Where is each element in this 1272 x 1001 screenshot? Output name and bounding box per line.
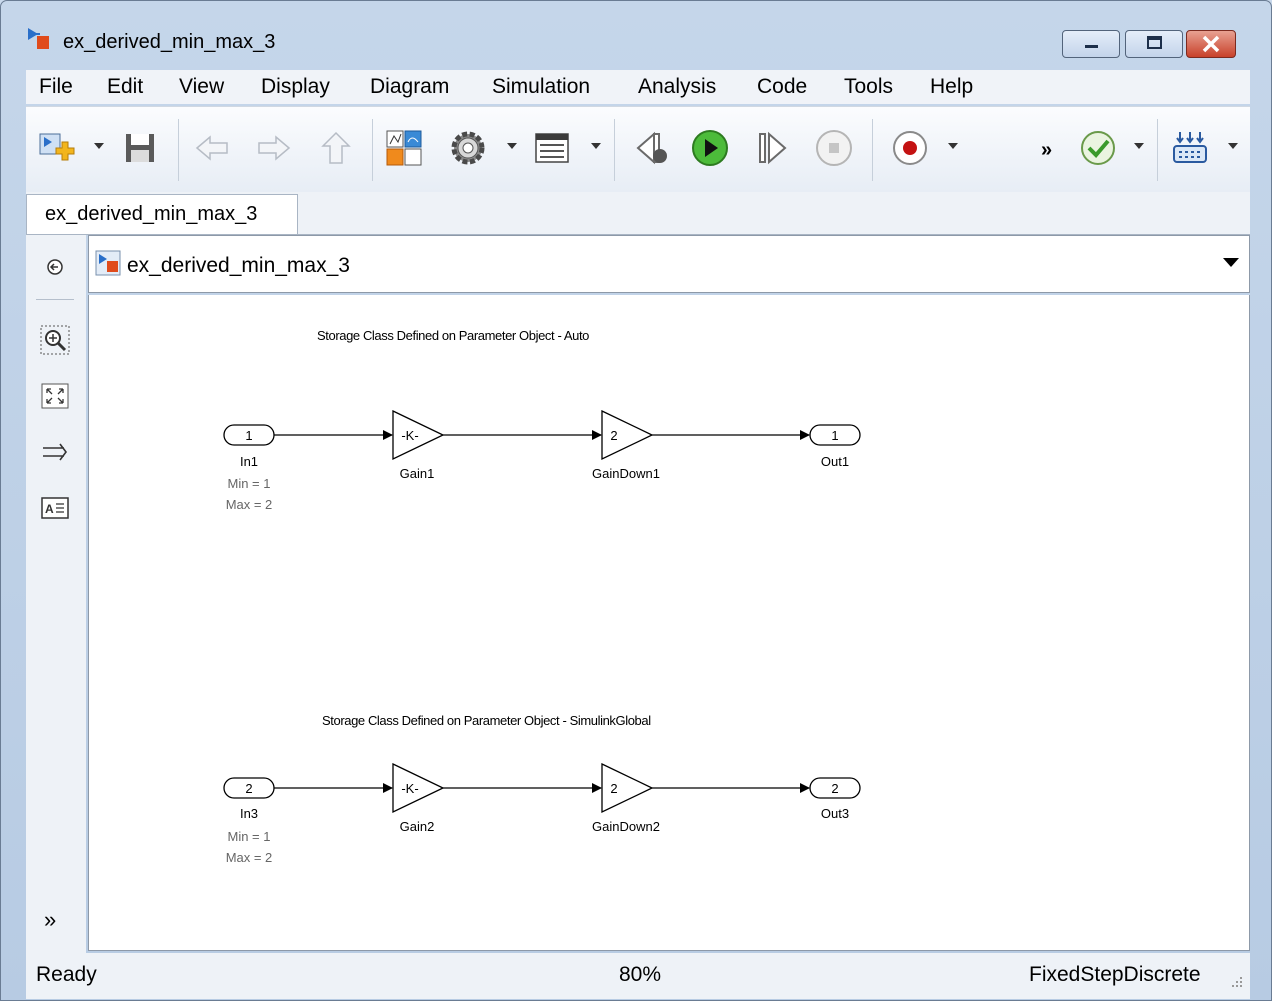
model-configuration-gear-icon[interactable]	[448, 128, 488, 168]
inport-min-label: Min = 1	[228, 829, 271, 844]
resize-grip-icon[interactable]	[1230, 975, 1244, 989]
left-palette: A »	[26, 235, 86, 953]
step-back-icon[interactable]	[632, 128, 672, 168]
outport-number: 2	[831, 781, 838, 796]
menu-bar: File Edit View Display Diagram Simulatio…	[26, 70, 1250, 104]
hide-browser-icon[interactable]	[40, 252, 70, 282]
record-icon[interactable]	[890, 128, 930, 168]
gain-label-gaindown2[interactable]: GainDown2	[592, 819, 660, 834]
inport-number: 1	[245, 428, 252, 443]
menu-help[interactable]: Help	[930, 75, 973, 99]
gain-value: 2	[610, 428, 617, 443]
zoom-level: 80%	[619, 963, 662, 986]
outport-label-out3[interactable]: Out3	[821, 806, 849, 821]
outport-block-out3[interactable]: 2	[809, 777, 861, 799]
gain-value: -K-	[401, 781, 418, 796]
gain-label-gain1[interactable]: Gain1	[400, 466, 435, 481]
gain-value: -K-	[401, 428, 418, 443]
arrow-connector-icon[interactable]	[40, 437, 70, 467]
menu-display[interactable]: Display	[261, 75, 330, 99]
inport-label-in1[interactable]: In1	[240, 454, 258, 469]
build-dropdown-icon[interactable]	[1228, 143, 1238, 149]
status-text: Ready	[36, 963, 97, 986]
simulink-window: ex_derived_min_max_3 File Edit View Disp…	[0, 0, 1272, 1001]
breadcrumb-path[interactable]: ex_derived_min_max_3	[127, 254, 350, 278]
step-forward-icon[interactable]	[752, 128, 792, 168]
close-icon	[1202, 35, 1220, 53]
maximize-button[interactable]	[1125, 30, 1183, 58]
model-breadcrumb-icon	[95, 250, 121, 276]
close-button[interactable]	[1186, 30, 1236, 58]
toolbar-overflow-button[interactable]: »	[1041, 139, 1052, 162]
inport-max-label: Max = 2	[226, 497, 273, 512]
menu-diagram[interactable]: Diagram	[370, 75, 449, 99]
breadcrumb-dropdown-icon[interactable]	[1223, 258, 1239, 267]
outport-label-out1[interactable]: Out1	[821, 454, 849, 469]
menu-analysis[interactable]: Analysis	[638, 75, 716, 99]
palette-divider	[36, 299, 74, 300]
inport-min-label: Min = 1	[228, 476, 271, 491]
library-browser-icon[interactable]	[384, 128, 424, 168]
new-model-icon[interactable]	[36, 128, 76, 168]
explorer-dropdown-icon[interactable]	[591, 143, 601, 149]
outport-number: 1	[831, 428, 838, 443]
run-simulation-icon[interactable]	[690, 128, 730, 168]
inport-label-in3[interactable]: In3	[240, 806, 258, 821]
gain-block-gaindown2[interactable]: 2	[601, 762, 654, 814]
zoom-icon[interactable]	[40, 325, 70, 355]
status-bar: Ready 80% FixedStepDiscrete	[26, 953, 1250, 999]
model-advisor-check-icon[interactable]	[1078, 128, 1118, 168]
build-model-icon[interactable]	[1170, 128, 1210, 168]
maximize-icon	[1147, 36, 1162, 49]
inport-block-in3[interactable]: 2	[223, 777, 275, 799]
gain-value: 2	[610, 781, 617, 796]
inport-max-label: Max = 2	[226, 850, 273, 865]
minimize-button[interactable]	[1062, 30, 1120, 58]
gain-label-gain2[interactable]: Gain2	[400, 819, 435, 834]
minimize-icon	[1085, 45, 1098, 48]
advisor-dropdown-icon[interactable]	[1134, 143, 1144, 149]
simulink-model-icon	[28, 28, 49, 49]
annotation-auto[interactable]: Storage Class Defined on Parameter Objec…	[317, 328, 590, 343]
gain-block-gaindown1[interactable]: 2	[601, 409, 654, 461]
gain-block-gain2[interactable]: -K-	[392, 762, 445, 814]
forward-arrow-icon[interactable]	[254, 128, 294, 168]
annotation-simulinkglobal[interactable]: Storage Class Defined on Parameter Objec…	[322, 713, 652, 728]
back-arrow-icon[interactable]	[192, 128, 232, 168]
expand-palette-button[interactable]: »	[44, 907, 56, 933]
menu-simulation[interactable]: Simulation	[492, 75, 590, 99]
inport-number: 2	[245, 781, 252, 796]
gain-block-gain1[interactable]: -K-	[392, 409, 445, 461]
svg-text:A: A	[45, 502, 54, 516]
window-title: ex_derived_min_max_3	[63, 31, 276, 53]
toolbar: »	[26, 106, 1250, 193]
title-bar[interactable]	[0, 0, 1272, 30]
record-dropdown-icon[interactable]	[948, 143, 958, 149]
settings-dropdown-icon[interactable]	[507, 143, 517, 149]
tab-model[interactable]: ex_derived_min_max_3	[26, 194, 298, 234]
menu-file[interactable]: File	[39, 75, 73, 99]
up-arrow-icon[interactable]	[316, 128, 356, 168]
stop-simulation-icon[interactable]	[814, 128, 854, 168]
save-icon[interactable]	[120, 128, 160, 168]
annotation-icon[interactable]: A	[40, 493, 70, 523]
menu-code[interactable]: Code	[757, 75, 807, 99]
menu-view[interactable]: View	[179, 75, 224, 99]
menu-edit[interactable]: Edit	[107, 75, 143, 99]
gain-label-gaindown1[interactable]: GainDown1	[592, 466, 660, 481]
solver-name[interactable]: FixedStepDiscrete	[1029, 963, 1201, 987]
menu-tools[interactable]: Tools	[844, 75, 893, 99]
breadcrumb-bar[interactable]: ex_derived_min_max_3	[88, 235, 1250, 293]
fit-to-view-icon[interactable]	[40, 381, 70, 411]
new-model-dropdown-icon[interactable]	[94, 143, 104, 149]
model-canvas[interactable]: Storage Class Defined on Parameter Objec…	[88, 295, 1250, 951]
outport-block-out1[interactable]: 1	[809, 424, 861, 446]
tab-model-label: ex_derived_min_max_3	[45, 203, 258, 225]
model-tab-strip: ex_derived_min_max_3	[26, 192, 1250, 235]
model-explorer-icon[interactable]	[532, 128, 572, 168]
inport-block-in1[interactable]: 1	[223, 424, 275, 446]
